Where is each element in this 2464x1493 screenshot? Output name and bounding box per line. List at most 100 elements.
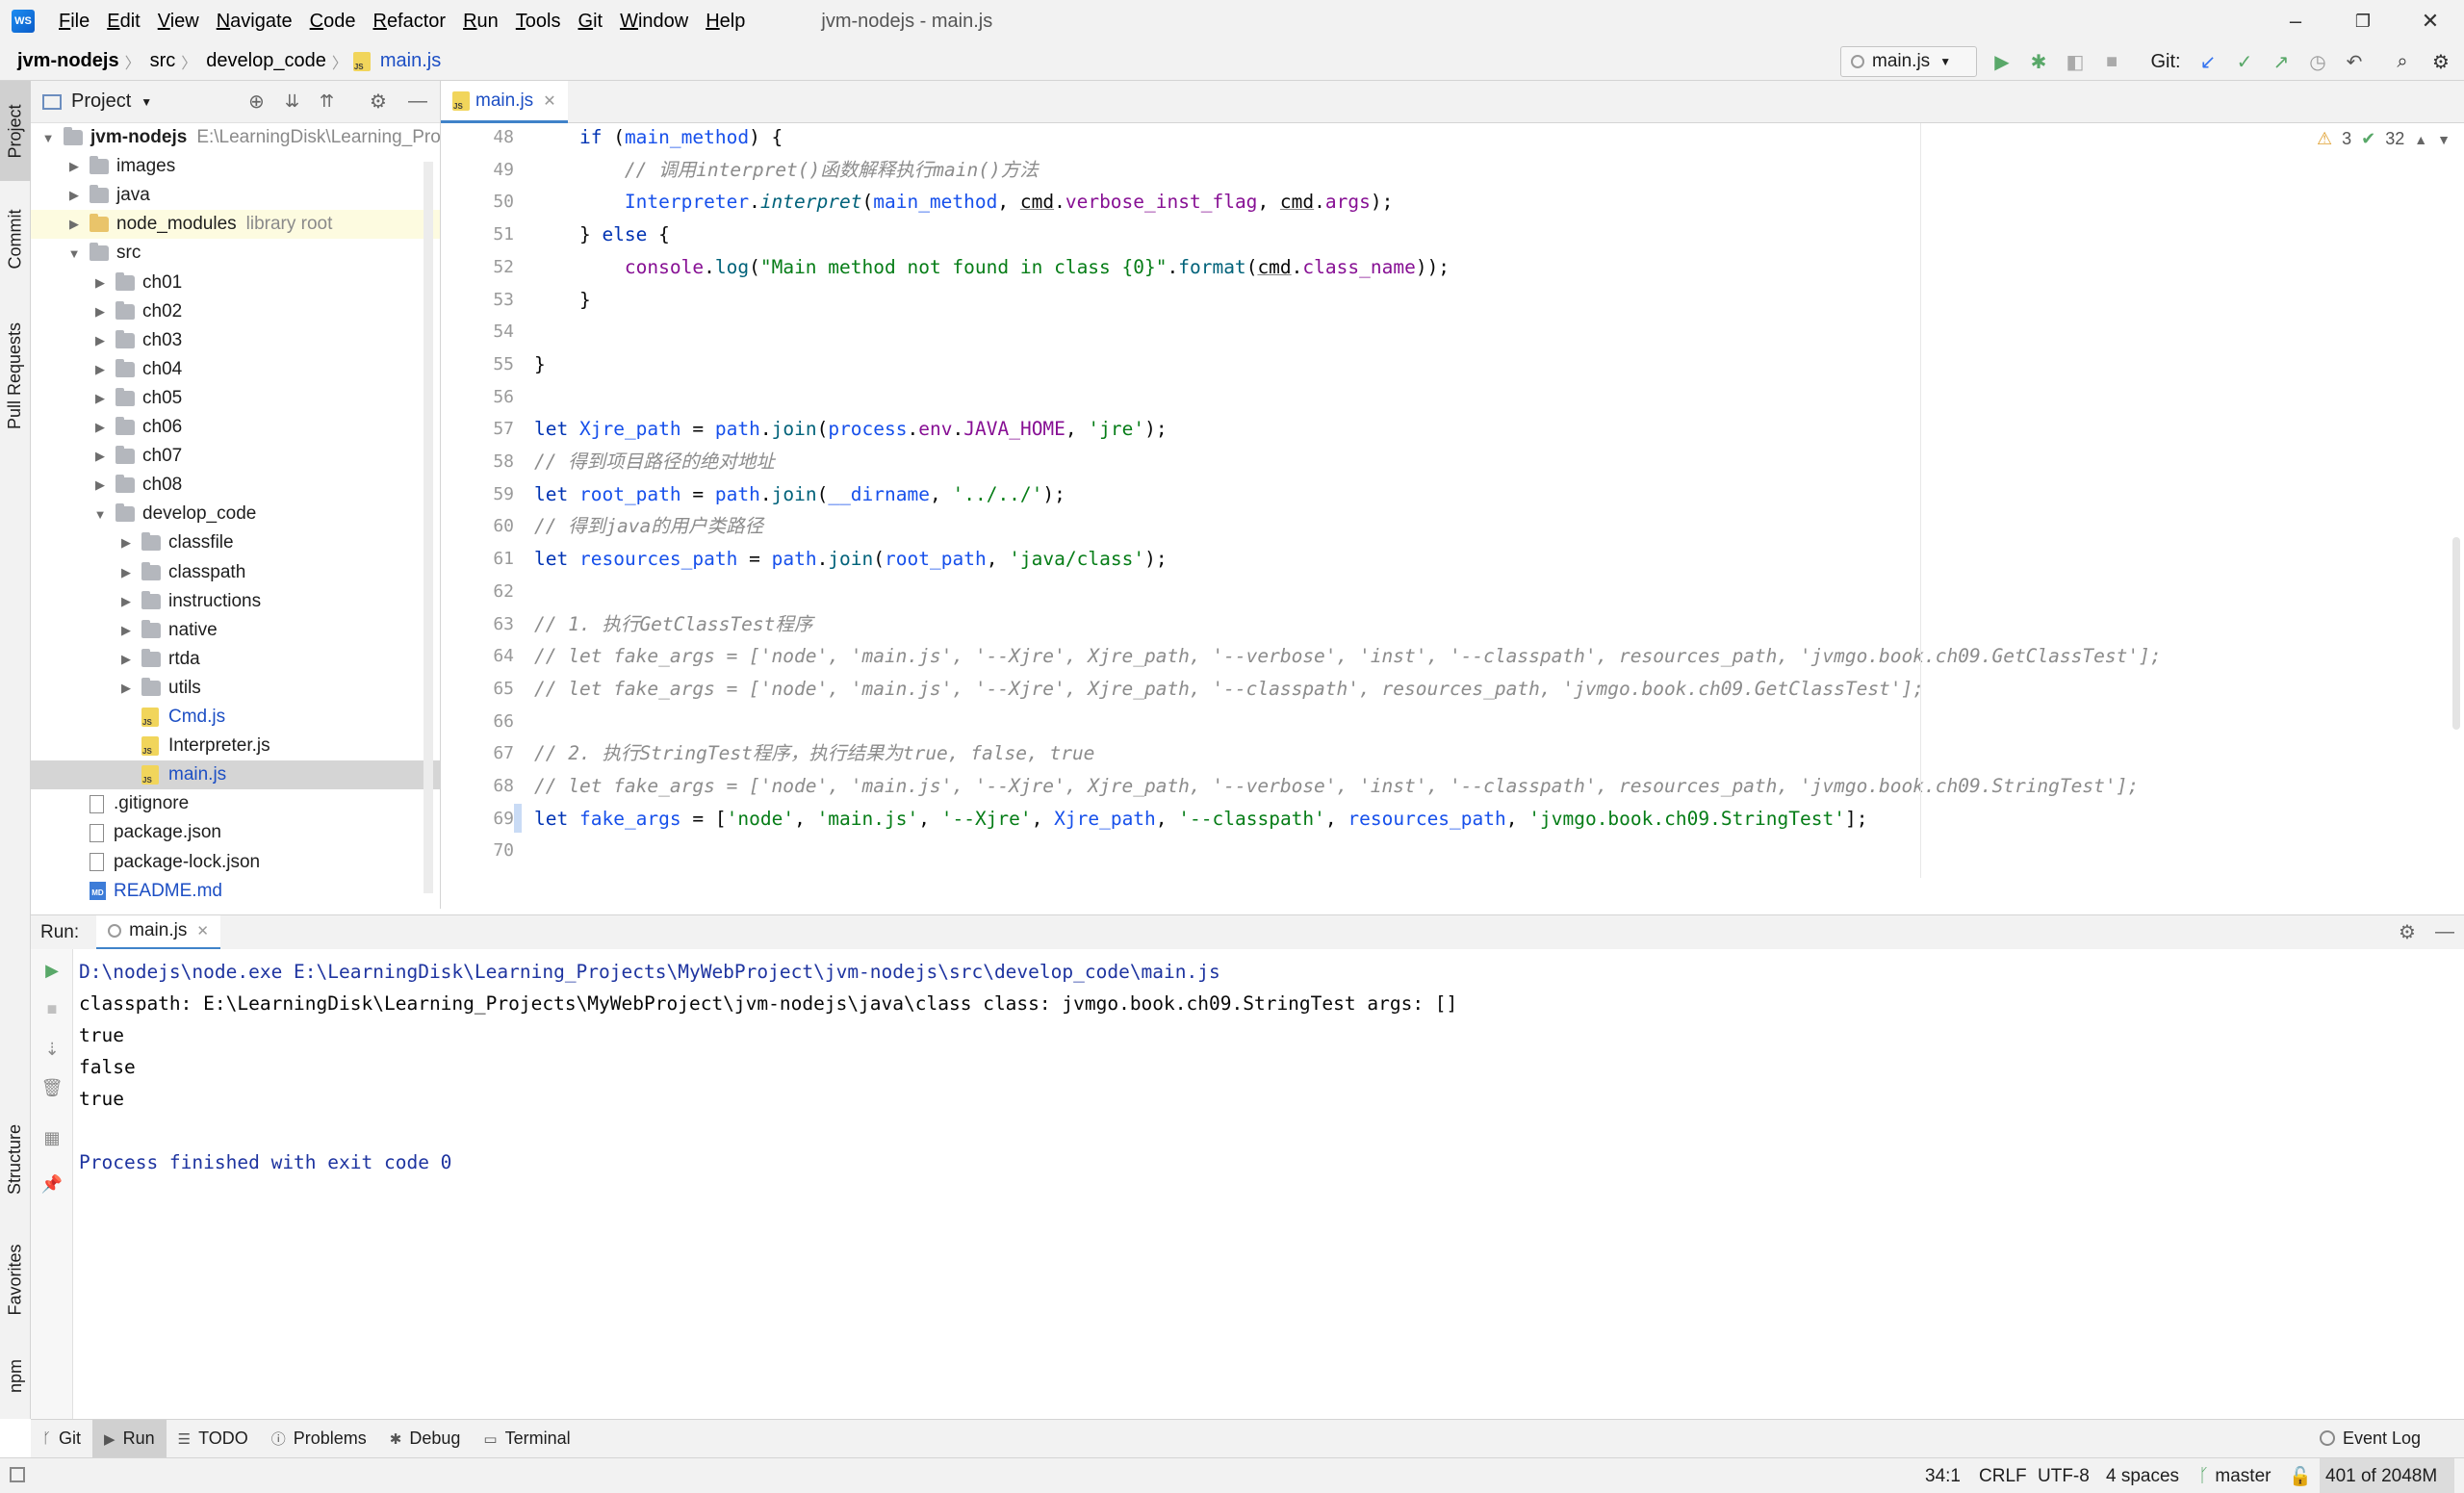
chevron-right-icon[interactable]: ▶ <box>118 652 134 667</box>
tool-window-favorites-tab[interactable]: Favorites <box>0 1226 31 1332</box>
tool-tab-todo[interactable]: ☰ TODO <box>167 1420 260 1458</box>
menu-refactor[interactable]: Refactor <box>364 0 454 42</box>
chevron-right-icon[interactable]: ▶ <box>118 535 134 551</box>
git-branch[interactable]: ᚴ master <box>2198 1458 2271 1493</box>
git-update-icon[interactable]: ↙ <box>2194 48 2221 75</box>
code-line[interactable]: // 1. 执行GetClassTest程序 <box>534 608 812 640</box>
chevron-right-icon[interactable]: ▶ <box>92 420 108 435</box>
run-tab-main-js[interactable]: main.js ✕ <box>96 914 220 950</box>
breadcrumb-project[interactable]: jvm-nodejs <box>13 50 123 72</box>
tree-item-utils[interactable]: ▶ utils <box>31 674 440 703</box>
menu-navigate[interactable]: Navigate <box>208 0 301 42</box>
tool-window-structure-tab[interactable]: Structure <box>0 1101 31 1217</box>
locate-file-icon[interactable]: ⊕ <box>248 90 265 114</box>
tree-item-native[interactable]: ▶ native <box>31 616 440 645</box>
tree-item-package-lock-json[interactable]: package-lock.json <box>31 848 440 877</box>
tree-item-ch02[interactable]: ▶ ch02 <box>31 297 440 326</box>
breadcrumb-develop-code[interactable]: develop_code <box>202 50 330 72</box>
tree-item-node-modules[interactable]: ▶ node_modules library root <box>31 210 440 240</box>
tree-item-package-json[interactable]: package.json <box>31 818 440 847</box>
tree-item-main-js[interactable]: main.js <box>31 760 440 790</box>
coverage-icon[interactable]: ◧ <box>2062 48 2089 75</box>
memory-indicator[interactable]: 401 of 2048M <box>2320 1458 2454 1493</box>
search-icon[interactable]: ⌕ <box>2389 48 2416 75</box>
chevron-right-icon[interactable]: ▶ <box>118 681 134 696</box>
tree-item-ch04[interactable]: ▶ ch04 <box>31 355 440 384</box>
code-line[interactable]: // 得到项目路径的绝对地址 <box>534 446 775 477</box>
code-line[interactable]: } <box>534 284 591 316</box>
scroll-to-end-icon[interactable]: ⇣ <box>40 1038 64 1061</box>
code-line[interactable]: } else { <box>534 219 670 250</box>
chevron-down-icon[interactable]: ▼ <box>66 246 82 261</box>
menu-view[interactable]: View <box>149 0 208 42</box>
file-encoding[interactable]: UTF-8 <box>2038 1458 2090 1493</box>
run-settings-icon[interactable]: ⚙ <box>2399 920 2416 944</box>
chevron-right-icon[interactable]: ▶ <box>66 159 82 174</box>
tool-tab-run[interactable]: ▶ Run <box>92 1419 167 1458</box>
settings-gear-icon[interactable]: ⚙ <box>2427 48 2454 75</box>
tool-tab-terminal[interactable]: ▭ Terminal <box>472 1420 581 1458</box>
code-line[interactable]: let fake_args = ['node', 'main.js', '--X… <box>534 803 1867 835</box>
editor-scrollbar-thumb[interactable] <box>2452 537 2460 730</box>
chevron-right-icon[interactable]: ▶ <box>92 304 108 320</box>
menu-run[interactable]: Run <box>454 0 507 42</box>
tool-tab-debug[interactable]: ✱ Debug <box>378 1420 473 1458</box>
tool-tab-problems[interactable]: ⓘ Problems <box>260 1420 378 1458</box>
menu-tools[interactable]: Tools <box>507 0 570 42</box>
tree-item-ch05[interactable]: ▶ ch05 <box>31 384 440 413</box>
expand-all-icon[interactable]: ⇊ <box>285 91 299 112</box>
lock-icon[interactable]: 🔓 <box>2289 1458 2312 1493</box>
tree-item-classpath[interactable]: ▶ classpath <box>31 558 440 587</box>
tool-window-npm-tab[interactable]: npm <box>0 1342 31 1409</box>
chevron-down-icon[interactable]: ▼ <box>92 507 108 522</box>
chevron-right-icon[interactable]: ▶ <box>92 477 108 493</box>
tool-window-pull-requests-tab[interactable]: Pull Requests <box>0 298 31 452</box>
code-line[interactable]: let root_path = path.join(__dirname, '..… <box>534 478 1065 510</box>
restore-layout-icon[interactable]: ▦ <box>40 1126 64 1149</box>
chevron-right-icon[interactable]: ▶ <box>66 217 82 232</box>
tree-item-ch01[interactable]: ▶ ch01 <box>31 269 440 297</box>
run-icon[interactable]: ▶ <box>1989 48 2015 75</box>
tree-item-jvm-nodejs[interactable]: ▼ jvm-nodejs E:\LearningDisk\Learning_Pro <box>31 123 440 152</box>
menu-help[interactable]: Help <box>697 0 754 42</box>
code-line[interactable]: let resources_path = path.join(root_path… <box>534 543 1168 575</box>
code-line[interactable]: // 得到java的用户类路径 <box>534 510 763 542</box>
clear-output-icon[interactable]: 🗑 <box>40 1076 64 1099</box>
code-line[interactable]: Interpreter.interpret(main_method, cmd.v… <box>534 186 1393 218</box>
chevron-right-icon[interactable]: ▶ <box>92 391 108 406</box>
close-window-button[interactable]: ✕ <box>2397 0 2464 42</box>
tree-item-classfile[interactable]: ▶ classfile <box>31 528 440 557</box>
git-rollback-icon[interactable]: ↶ <box>2341 48 2368 75</box>
tree-item-cmd-js[interactable]: Cmd.js <box>31 703 440 732</box>
panel-settings-icon[interactable]: ⚙ <box>370 90 387 114</box>
tree-item-rtda[interactable]: ▶ rtda <box>31 645 440 674</box>
tree-item-images[interactable]: ▶ images <box>31 152 440 181</box>
chevron-down-icon[interactable]: ▼ <box>40 131 56 145</box>
rerun-icon[interactable]: ▶ <box>40 959 64 982</box>
tree-item-gitignore[interactable]: .gitignore <box>31 789 440 818</box>
git-history-icon[interactable]: ◷ <box>2304 48 2331 75</box>
run-configuration-select[interactable]: main.js ▼ <box>1840 46 1977 77</box>
stop-process-icon[interactable]: ■ <box>40 997 64 1020</box>
chevron-right-icon[interactable]: ▶ <box>118 594 134 609</box>
project-view-select[interactable]: Project <box>71 90 131 113</box>
code-editor[interactable]: 48 49 50 51 52 53 54 55 56 57 58 59 60 61 62 63 64 65 66 67… <box>441 123 2464 878</box>
console-output[interactable]: D:\nodejs\node.exe E:\LearningDisk\Learn… <box>73 949 2464 1419</box>
tree-item-ch07[interactable]: ▶ ch07 <box>31 442 440 471</box>
chevron-right-icon[interactable]: ▶ <box>118 623 134 638</box>
code-line[interactable]: let Xjre_path = path.join(process.env.JA… <box>534 413 1168 445</box>
editor-tab-main-js[interactable]: main.js ✕ <box>441 81 568 123</box>
code-line[interactable]: if (main_method) { <box>534 123 783 153</box>
tree-item-interpreter-js[interactable]: Interpreter.js <box>31 732 440 760</box>
next-highlight-icon[interactable]: ▼ <box>2437 132 2451 147</box>
code-line[interactable]: // let fake_args = ['node', 'main.js', '… <box>534 640 2162 672</box>
tree-item-instructions[interactable]: ▶ instructions <box>31 587 440 616</box>
tool-tab-git[interactable]: ᚴ Git <box>31 1420 92 1458</box>
chevron-right-icon[interactable]: ▶ <box>92 362 108 377</box>
tool-window-project-tab[interactable]: Project <box>0 81 31 181</box>
hide-panel-icon[interactable]: — <box>408 90 427 113</box>
minimize-button[interactable]: – <box>2262 0 2329 42</box>
stop-icon[interactable]: ■ <box>2098 48 2125 75</box>
chevron-right-icon[interactable]: ▶ <box>92 449 108 464</box>
project-tree-scrollbar[interactable] <box>424 162 433 893</box>
